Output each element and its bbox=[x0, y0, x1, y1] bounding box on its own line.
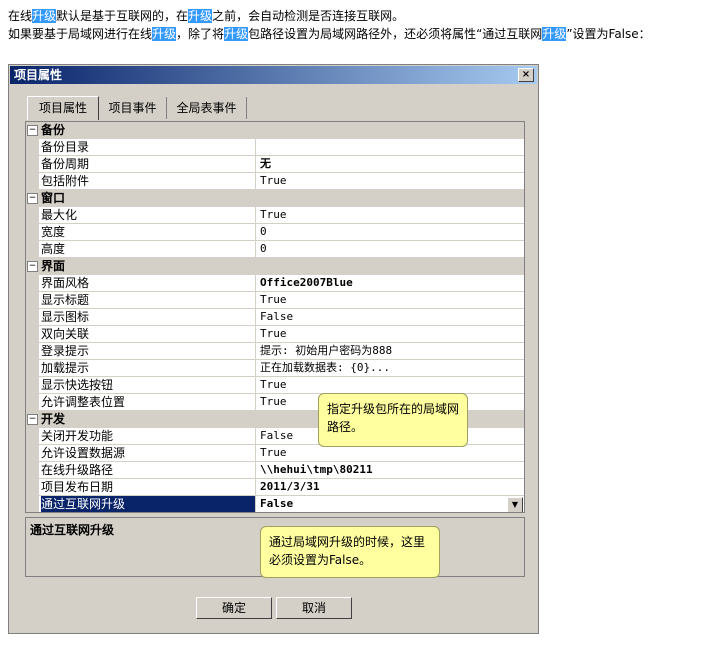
row-gutter bbox=[26, 309, 39, 326]
row-gutter bbox=[26, 343, 39, 360]
property-row[interactable]: 备份目录 bbox=[26, 139, 524, 156]
row-gutter bbox=[26, 394, 39, 411]
row-gutter bbox=[26, 377, 39, 394]
row-gutter bbox=[26, 445, 39, 462]
row-gutter bbox=[26, 139, 39, 156]
property-name: 最大化 bbox=[41, 207, 256, 223]
row-gutter bbox=[26, 224, 39, 241]
property-row[interactable]: 在线升级路径 \\hehui\tmp\80211 bbox=[26, 462, 524, 479]
property-value[interactable]: 0 bbox=[260, 224, 267, 240]
property-row[interactable]: 显示图标 False bbox=[26, 309, 524, 326]
category-label: 备份 bbox=[41, 123, 66, 137]
ok-button[interactable]: 确定 bbox=[196, 597, 272, 619]
property-name: 双向关联 bbox=[41, 326, 256, 342]
property-row[interactable]: 备份周期无 bbox=[26, 156, 524, 173]
property-row[interactable]: 双向关联 True bbox=[26, 326, 524, 343]
property-row[interactable]: 宽度 0 bbox=[26, 224, 524, 241]
property-name: 项目发布日期 bbox=[41, 479, 256, 495]
property-name: 界面风格 bbox=[41, 275, 256, 291]
property-grid: − 备份 备份目录 备份周期无包括附件 True − 窗口 最大化 True 宽度 0 高度 0− 界面界… bbox=[25, 121, 525, 513]
property-row[interactable]: 通过互联网升级 False ▼ bbox=[26, 496, 524, 512]
row-gutter bbox=[26, 275, 39, 292]
close-button[interactable]: × bbox=[518, 68, 534, 82]
row-gutter bbox=[26, 479, 39, 496]
tab-global-table-events[interactable]: 全局表事件 bbox=[167, 97, 247, 119]
property-value[interactable]: True bbox=[260, 207, 287, 223]
collapse-icon[interactable]: − bbox=[27, 125, 38, 136]
category-row[interactable]: − 界面 bbox=[26, 258, 524, 275]
property-name: 宽度 bbox=[41, 224, 256, 240]
property-name: 显示标题 bbox=[41, 292, 256, 308]
property-value[interactable]: True bbox=[260, 445, 287, 461]
property-row[interactable]: 项目发布日期 2011/3/31 bbox=[26, 479, 524, 496]
row-gutter bbox=[26, 207, 39, 224]
intro-line-2: 如果要基于局域网进行在线升级，除了将升级包路径设置为局域网路径外，还必须将属性“… bbox=[8, 27, 651, 41]
property-name: 加载提示 bbox=[41, 360, 256, 376]
property-value[interactable]: True bbox=[260, 394, 287, 410]
category-label: 界面 bbox=[41, 259, 66, 273]
property-value[interactable]: True bbox=[260, 173, 287, 189]
row-gutter bbox=[26, 241, 39, 258]
intro-line-1: 在线升级默认是基于互联网的，在升级之前，会自动检测是否连接互联网。 bbox=[8, 9, 405, 23]
category-label: 开发 bbox=[41, 412, 66, 426]
property-name: 显示快选按钮 bbox=[41, 377, 256, 393]
category-row[interactable]: − 备份 bbox=[26, 122, 524, 139]
property-row[interactable]: 显示标题 True bbox=[26, 292, 524, 309]
dropdown-arrow-icon[interactable]: ▼ bbox=[507, 497, 523, 512]
property-name: 登录提示 bbox=[41, 343, 256, 359]
property-value[interactable]: True bbox=[260, 326, 287, 342]
property-row[interactable]: 包括附件 True bbox=[26, 173, 524, 190]
row-gutter bbox=[26, 462, 39, 479]
dialog-titlebar: 项目属性 × bbox=[10, 66, 537, 84]
cancel-button[interactable]: 取消 bbox=[276, 597, 352, 619]
property-name: 关闭开发功能 bbox=[41, 428, 256, 444]
tab-project-properties[interactable]: 项目属性 bbox=[27, 96, 99, 120]
collapse-icon[interactable]: − bbox=[27, 414, 38, 425]
property-value[interactable]: 正在加载数据表: {0}... bbox=[260, 360, 390, 376]
property-value[interactable]: 2011/3/31 bbox=[260, 479, 320, 495]
property-name: 高度 bbox=[41, 241, 256, 257]
tab-project-events[interactable]: 项目事件 bbox=[99, 97, 167, 119]
property-value[interactable]: False bbox=[260, 428, 293, 444]
property-value[interactable]: True bbox=[260, 377, 287, 393]
collapse-icon[interactable]: − bbox=[27, 261, 38, 272]
collapse-icon[interactable]: − bbox=[27, 193, 38, 204]
property-row[interactable]: 登录提示 提示: 初始用户密码为888 bbox=[26, 343, 524, 360]
row-gutter bbox=[26, 292, 39, 309]
dialog-title: 项目属性 bbox=[14, 68, 63, 82]
row-gutter bbox=[26, 173, 39, 190]
category-label: 窗口 bbox=[41, 191, 66, 205]
property-row[interactable]: 加载提示 正在加载数据表: {0}... bbox=[26, 360, 524, 377]
property-name: 备份目录 bbox=[41, 139, 256, 155]
row-gutter bbox=[26, 326, 39, 343]
row-gutter bbox=[26, 496, 39, 512]
row-gutter bbox=[26, 360, 39, 377]
category-row[interactable]: − 窗口 bbox=[26, 190, 524, 207]
property-value[interactable]: \\hehui\tmp\80211 bbox=[260, 462, 373, 478]
property-row[interactable]: 允许设置数据源 True bbox=[26, 445, 524, 462]
property-name: 允许设置数据源 bbox=[41, 445, 256, 461]
property-value[interactable]: False bbox=[260, 309, 293, 325]
property-value[interactable]: True bbox=[260, 292, 287, 308]
property-value[interactable]: False bbox=[260, 496, 293, 512]
property-row[interactable]: 最大化 True bbox=[26, 207, 524, 224]
property-value[interactable]: Office2007Blue bbox=[260, 275, 353, 291]
property-name: 允许调整表位置 bbox=[41, 394, 256, 410]
property-value[interactable]: 0 bbox=[260, 241, 267, 257]
property-name: 包括附件 bbox=[41, 173, 256, 189]
row-gutter bbox=[26, 428, 39, 445]
property-name: 显示图标 bbox=[41, 309, 256, 325]
description-title: 通过互联网升级 bbox=[30, 523, 115, 537]
callout-internet-upgrade: 通过局域网升级的时候，这里必须设置为False。 bbox=[260, 526, 440, 578]
property-name: 通过互联网升级 bbox=[41, 496, 256, 512]
property-value[interactable]: 无 bbox=[260, 156, 271, 172]
callout-lan-path: 指定升级包所在的局域网路径。 bbox=[318, 393, 468, 447]
property-value[interactable]: 提示: 初始用户密码为888 bbox=[260, 343, 392, 359]
row-gutter bbox=[26, 156, 39, 173]
property-name: 在线升级路径 bbox=[41, 462, 256, 478]
property-row[interactable]: 显示快选按钮 True bbox=[26, 377, 524, 394]
property-row[interactable]: 界面风格 Office2007Blue bbox=[26, 275, 524, 292]
property-row[interactable]: 高度 0 bbox=[26, 241, 524, 258]
property-name: 备份周期 bbox=[41, 156, 256, 172]
